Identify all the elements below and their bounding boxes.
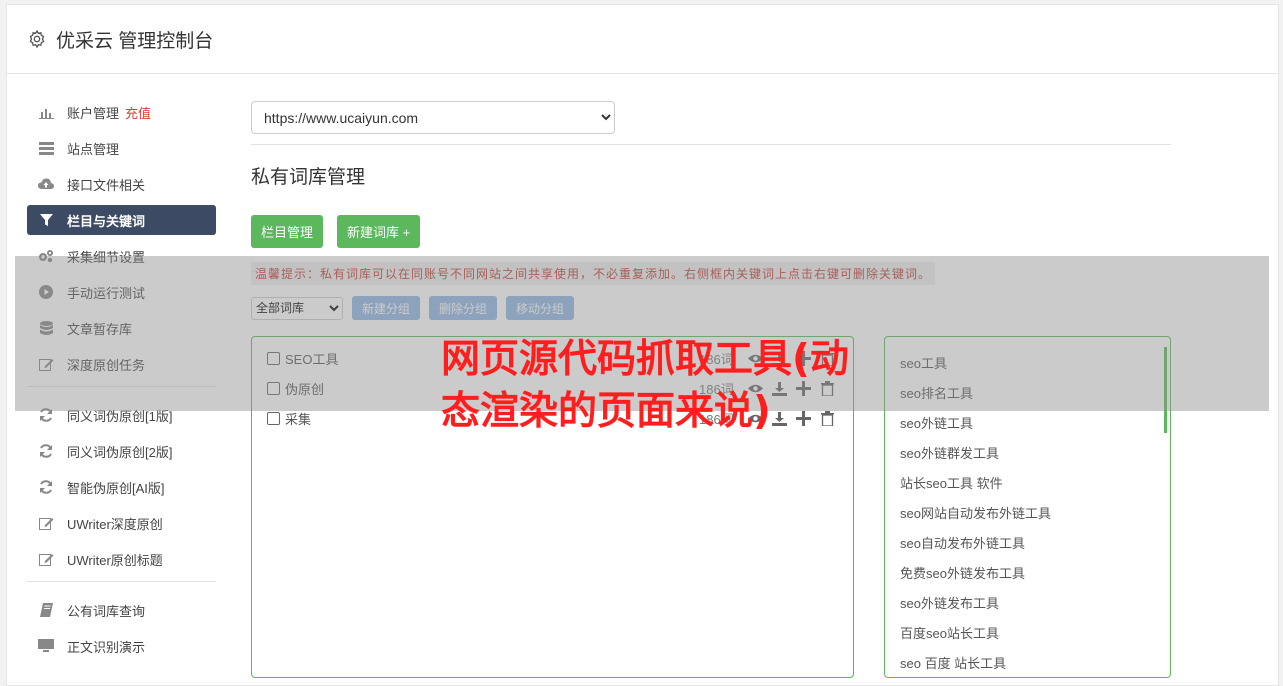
sidebar-item-label: 智能伪原创[AI版] bbox=[67, 480, 165, 496]
server-icon bbox=[38, 140, 54, 156]
sidebar-item-label: 栏目与关键词 bbox=[67, 213, 146, 229]
sidebar-item-label: 正文识别演示 bbox=[67, 639, 146, 655]
sidebar-item-account[interactable]: 账户管理 充值 bbox=[27, 97, 216, 127]
sidebar-item-label: 公有词库查询 bbox=[67, 603, 146, 619]
sidebar-item-text-recognition[interactable]: 正文识别演示 bbox=[27, 631, 216, 661]
bar-chart-icon bbox=[38, 104, 54, 120]
keyword-item[interactable]: seo外链发布工具 bbox=[885, 587, 1170, 617]
recharge-link[interactable]: 充值 bbox=[125, 103, 151, 122]
cloud-upload-icon bbox=[38, 176, 54, 192]
app-title: 优采云 管理控制台 bbox=[56, 30, 214, 52]
keyword-item[interactable]: 免费seo外链发布工具 bbox=[885, 557, 1170, 587]
sidebar-item-label: UWriter原创标题 bbox=[67, 552, 163, 568]
sidebar-item-api-files[interactable]: 接口文件相关 bbox=[27, 169, 216, 199]
keyword-item[interactable]: seo网站自动发布外链工具 bbox=[885, 497, 1170, 527]
filter-icon bbox=[38, 212, 54, 228]
sidebar-item-public-library[interactable]: 公有词库查询 bbox=[27, 595, 216, 625]
sidebar-item-synonym-v2[interactable]: 同义词伪原创[2版] bbox=[27, 436, 216, 466]
sidebar-item-sites[interactable]: 站点管理 bbox=[27, 133, 216, 163]
sidebar-item-label: 站点管理 bbox=[67, 141, 120, 157]
header: 优采云 管理控制台 bbox=[7, 5, 1278, 74]
sidebar-item-label: 账户管理 bbox=[67, 105, 120, 121]
book-icon bbox=[38, 602, 54, 618]
sidebar-divider bbox=[27, 581, 216, 582]
sidebar-item-ai-rewrite[interactable]: 智能伪原创[AI版] bbox=[27, 472, 216, 502]
refresh-icon bbox=[38, 479, 54, 495]
overlay-title: 网页源代码抓取工具(动态渲染的页面来说) bbox=[441, 337, 849, 434]
library-checkbox[interactable] bbox=[267, 411, 280, 425]
monitor-icon bbox=[38, 638, 54, 654]
sidebar-item-columns-keywords[interactable]: 栏目与关键词 bbox=[27, 205, 216, 235]
page-title: 私有词库管理 bbox=[251, 167, 366, 188]
new-library-button[interactable]: 新建词库 + bbox=[337, 215, 421, 248]
library-name: 采集 bbox=[285, 411, 312, 427]
keyword-item[interactable]: 百度seo站长工具 bbox=[885, 617, 1170, 647]
site-select[interactable]: https://www.ucaiyun.com bbox=[251, 101, 615, 134]
edit-icon bbox=[38, 515, 54, 531]
sidebar-item-uwriter-deep[interactable]: UWriter深度原创 bbox=[27, 508, 216, 538]
edit-icon bbox=[38, 551, 54, 567]
sidebar-item-uwriter-title[interactable]: UWriter原创标题 bbox=[27, 544, 216, 574]
sidebar-item-label: UWriter深度原创 bbox=[67, 516, 163, 532]
keyword-item[interactable]: seo外链群发工具 bbox=[885, 437, 1170, 467]
keyword-item[interactable]: seo外链工具 bbox=[885, 407, 1170, 437]
keyword-item[interactable]: seo自动发布外链工具 bbox=[885, 527, 1170, 557]
keyword-item[interactable]: 站长seo工具 软件 bbox=[885, 467, 1170, 497]
keyword-item[interactable]: seo 百度 站长工具 bbox=[885, 647, 1170, 677]
divider bbox=[251, 144, 1171, 145]
sidebar-item-label: 同义词伪原创[2版] bbox=[67, 444, 173, 460]
refresh-icon bbox=[38, 443, 54, 459]
column-manage-button[interactable]: 栏目管理 bbox=[251, 215, 324, 248]
sidebar-item-label: 接口文件相关 bbox=[67, 177, 146, 193]
action-buttons: 栏目管理 新建词库 + bbox=[251, 215, 1171, 248]
gear-icon bbox=[29, 29, 45, 49]
